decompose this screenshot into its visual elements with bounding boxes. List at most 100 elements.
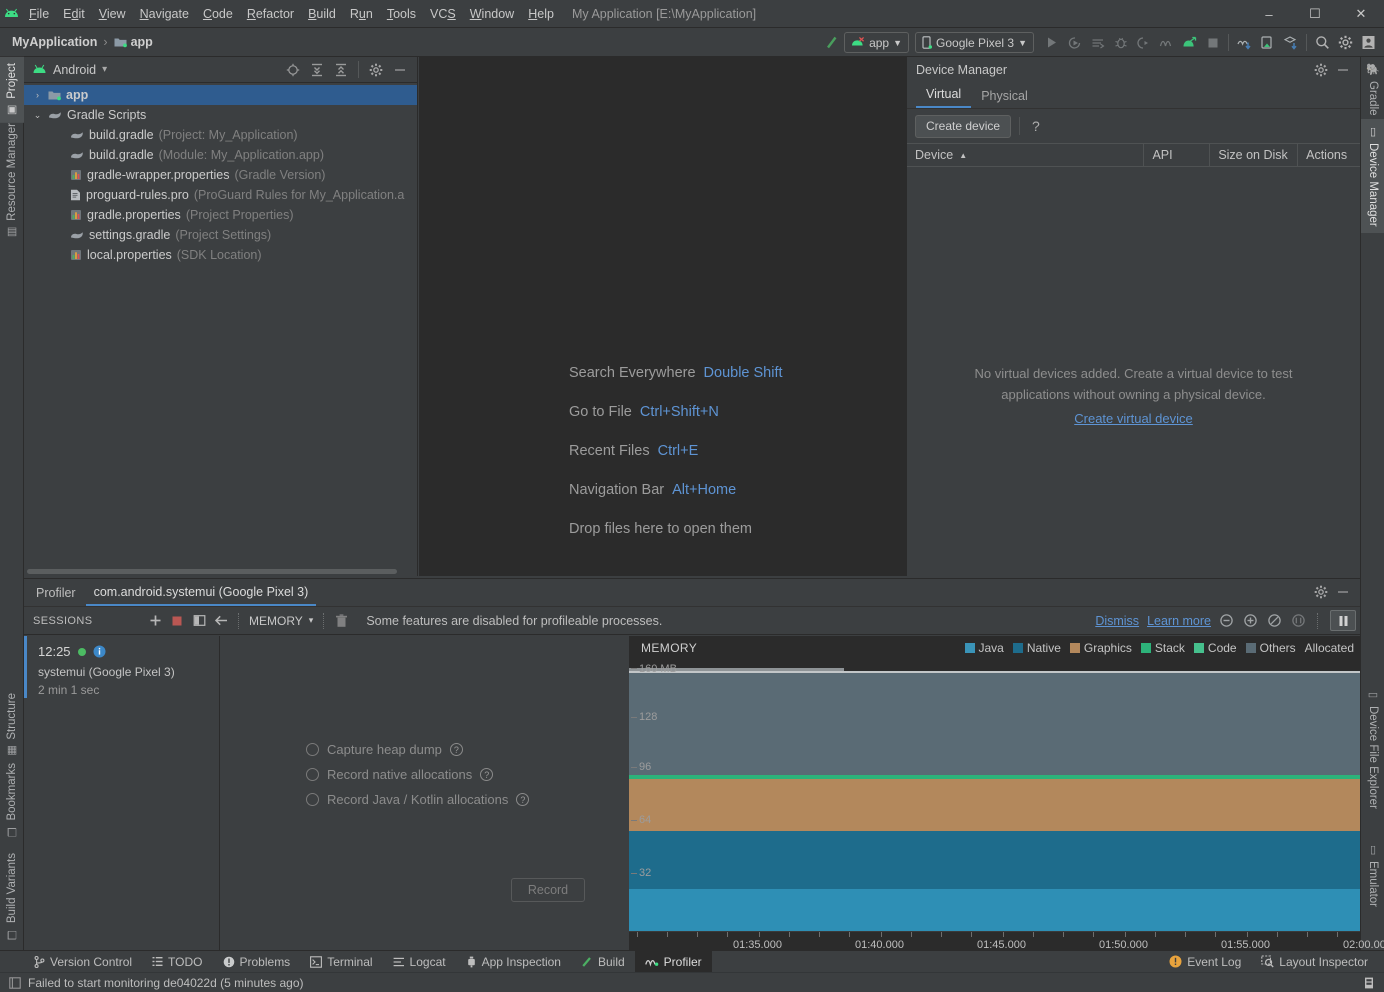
help-icon[interactable]: ?	[516, 793, 530, 806]
account-icon[interactable]	[1357, 31, 1380, 54]
menu-item-code[interactable]: Code	[196, 0, 240, 28]
menu-item-view[interactable]: View	[92, 0, 133, 28]
capture-option-java-kotlin-allocations[interactable]: Record Java / Kotlin allocations ?	[306, 789, 530, 810]
help-icon[interactable]: ?	[449, 743, 463, 756]
hide-panel-icon[interactable]	[389, 59, 411, 81]
build-hammer-icon[interactable]	[821, 31, 844, 54]
project-horizontal-scrollbar[interactable]	[24, 566, 418, 576]
sidebar-item-bookmarks[interactable]: ❑ Bookmarks	[0, 757, 24, 845]
tool-button-logcat[interactable]: Logcat	[383, 951, 456, 973]
chevron-down-icon[interactable]: ⌄	[32, 110, 43, 121]
column-header-actions[interactable]: Actions	[1298, 144, 1360, 166]
breadcrumb-project[interactable]: MyApplication	[12, 35, 97, 49]
record-button[interactable]: Record	[511, 878, 585, 902]
add-session-icon[interactable]	[144, 610, 166, 632]
sidebar-item-resource-manager[interactable]: ▤ Resource Manager	[0, 117, 24, 245]
tool-button-version-control[interactable]: Version Control	[0, 951, 142, 973]
menu-item-tools[interactable]: Tools	[380, 0, 423, 28]
expand-all-icon[interactable]	[306, 59, 328, 81]
tree-item-gradle-wrapper-properties[interactable]: gradle-wrapper.properties (Gradle Versio…	[24, 165, 417, 185]
tool-button-problems[interactable]: Problems	[213, 951, 301, 973]
zoom-out-icon[interactable]	[1215, 610, 1237, 632]
column-header-api[interactable]: API	[1144, 144, 1211, 166]
settings-icon[interactable]	[1310, 59, 1332, 81]
attach-debugger-icon[interactable]	[1132, 31, 1155, 54]
zoom-in-icon[interactable]	[1239, 610, 1261, 632]
help-icon[interactable]: ?	[1028, 118, 1044, 134]
sidebar-item-device-manager[interactable]: ▯ Device Manager	[1361, 119, 1384, 233]
settings-icon[interactable]	[365, 59, 387, 81]
sidebar-item-gradle[interactable]: 🐘 Gradle	[1361, 57, 1384, 122]
tree-item-proguard-rules[interactable]: proguard-rules.pro (ProGuard Rules for M…	[24, 185, 417, 205]
back-icon[interactable]	[210, 610, 232, 632]
hide-panel-icon[interactable]	[1332, 59, 1354, 81]
session-item[interactable]: 12:25 systemui (Google Pixel 3) 2 min 1 …	[24, 636, 219, 705]
trash-icon[interactable]	[330, 610, 352, 632]
create-device-button[interactable]: Create device	[915, 114, 1012, 138]
radio-icon[interactable]	[306, 743, 319, 756]
tab-physical[interactable]: Physical	[971, 89, 1038, 108]
menu-item-file[interactable]: File	[22, 0, 56, 28]
tool-button-terminal[interactable]: Terminal	[300, 951, 382, 973]
scrollbar-thumb[interactable]	[27, 569, 397, 574]
jump-to-live-icon[interactable]	[1287, 610, 1309, 632]
profiler-icon[interactable]	[1155, 31, 1178, 54]
menu-item-run[interactable]: Run	[343, 0, 380, 28]
column-header-size-on-disk[interactable]: Size on Disk	[1210, 144, 1299, 166]
tree-item-build-gradle-module[interactable]: build.gradle (Module: My_Application.app…	[24, 145, 417, 165]
tab-virtual[interactable]: Virtual	[916, 87, 972, 108]
tool-button-layout-inspector[interactable]: Layout Inspector	[1251, 951, 1384, 973]
hide-panel-icon[interactable]	[1332, 581, 1354, 603]
settings-icon[interactable]	[1310, 581, 1332, 603]
help-icon[interactable]: ?	[480, 768, 494, 781]
tree-item-settings-gradle[interactable]: settings.gradle (Project Settings)	[24, 225, 417, 245]
menu-item-window[interactable]: Window	[463, 0, 521, 28]
tool-button-app-inspection[interactable]: App Inspection	[456, 951, 571, 973]
device-selector[interactable]: Google Pixel 3 ▼	[915, 32, 1034, 53]
locate-icon[interactable]	[282, 59, 304, 81]
tree-item-gradle-properties[interactable]: gradle.properties (Project Properties)	[24, 205, 417, 225]
tool-button-build[interactable]: Build	[571, 951, 635, 973]
pause-button[interactable]	[1330, 610, 1356, 631]
breadcrumb-module[interactable]: app	[131, 35, 153, 49]
radio-icon[interactable]	[306, 768, 319, 781]
tool-button-todo[interactable]: TODO	[142, 951, 212, 973]
tool-button-event-log[interactable]: Event Log	[1159, 951, 1251, 973]
tool-button-profiler[interactable]: Profiler	[634, 950, 712, 973]
close-button[interactable]: ✕	[1338, 0, 1384, 28]
menu-item-help[interactable]: Help	[521, 0, 561, 28]
menu-item-refactor[interactable]: Refactor	[240, 0, 301, 28]
capture-option-native-allocations[interactable]: Record native allocations ?	[306, 764, 529, 785]
maximize-button[interactable]: ☐	[1292, 0, 1338, 28]
run-with-profiler-list-icon[interactable]	[1086, 31, 1109, 54]
apply-changes-icon[interactable]	[1178, 31, 1201, 54]
sync-gradle-icon[interactable]	[1279, 31, 1302, 54]
sidebar-item-build-variants[interactable]: ❒ Build Variants	[0, 847, 24, 947]
sidebar-item-device-file-explorer[interactable]: ▭ Device File Explorer	[1361, 682, 1384, 815]
project-view-selector[interactable]: Android ▾	[32, 63, 107, 77]
tree-item-gradle-scripts[interactable]: ⌄ Gradle Scripts	[24, 105, 417, 125]
menu-item-navigate[interactable]: Navigate	[133, 0, 196, 28]
sidebar-item-project[interactable]: ▣ Project	[0, 57, 24, 123]
avd-manager-icon[interactable]	[1256, 31, 1279, 54]
tree-item-build-gradle-project[interactable]: build.gradle (Project: My_Application)	[24, 125, 417, 145]
sdk-manager-icon[interactable]	[1233, 31, 1256, 54]
capture-option-heap-dump[interactable]: Capture heap dump ?	[306, 739, 529, 760]
tree-item-local-properties[interactable]: local.properties (SDK Location)	[24, 245, 417, 265]
run-coverage-icon[interactable]	[1063, 31, 1086, 54]
collapse-all-icon[interactable]	[330, 59, 352, 81]
tree-item-app[interactable]: › app	[24, 85, 417, 105]
chevron-right-icon[interactable]: ›	[32, 90, 43, 100]
notification-icon[interactable]	[0, 976, 28, 989]
run-icon[interactable]	[1040, 31, 1063, 54]
sidebar-item-structure[interactable]: ▦ Structure	[0, 687, 24, 764]
debug-icon[interactable]	[1109, 31, 1132, 54]
run-configuration-selector[interactable]: app ▼	[844, 32, 910, 53]
minimize-button[interactable]: –	[1246, 0, 1292, 28]
column-header-device[interactable]: Device ▲	[907, 144, 1145, 166]
stop-icon[interactable]	[1201, 31, 1224, 54]
split-view-icon[interactable]	[188, 610, 210, 632]
menu-item-build[interactable]: Build	[301, 0, 343, 28]
profiler-session-tab[interactable]: com.android.systemui (Google Pixel 3)	[85, 585, 317, 606]
zoom-reset-icon[interactable]	[1263, 610, 1285, 632]
